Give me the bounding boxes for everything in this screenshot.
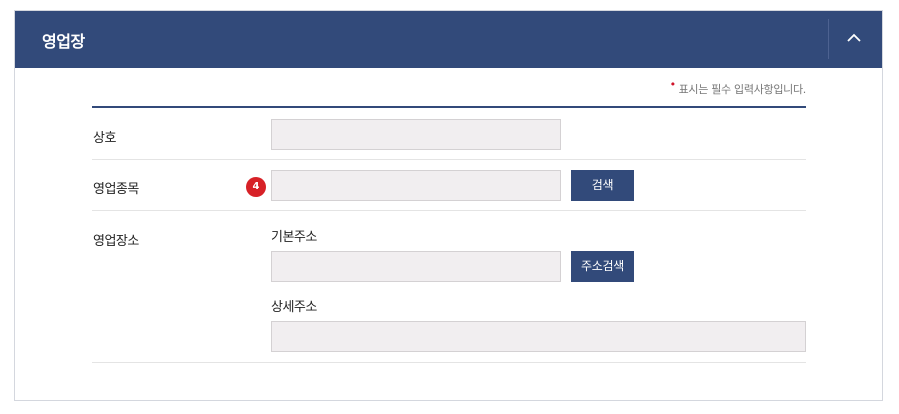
row-divider — [92, 362, 806, 363]
business-type-input[interactable] — [271, 170, 561, 201]
collapse-button[interactable] — [829, 11, 882, 68]
address-search-button[interactable]: 주소검색 — [571, 251, 634, 282]
detail-address-input[interactable] — [271, 321, 806, 352]
step-badge: 4 — [246, 177, 266, 197]
chevron-up-icon — [847, 33, 861, 42]
required-marker: • — [669, 78, 677, 91]
trade-name-input[interactable] — [271, 119, 561, 150]
panel-title: 영업장 — [42, 32, 85, 51]
basic-address-label: 기본주소 — [271, 230, 317, 245]
panel-header: 영업장 — [15, 11, 882, 68]
required-note: • 표시는 필수 입력사항입니다. — [670, 78, 807, 97]
basic-address-input[interactable] — [271, 251, 561, 282]
business-type-label: 영업종목 — [93, 182, 139, 197]
form-top-divider — [92, 106, 806, 108]
row-divider — [92, 210, 806, 211]
business-location-label: 영업장소 — [93, 234, 139, 249]
business-type-search-button[interactable]: 검색 — [571, 170, 634, 201]
business-place-panel: 영업장 • 표시는 필수 입력사항입니다. 상호 영업종목 4 검색 영업장소 … — [14, 10, 883, 401]
required-note-text: 표시는 필수 입력사항입니다. — [678, 83, 807, 96]
trade-name-label: 상호 — [93, 131, 116, 146]
detail-address-label: 상세주소 — [271, 300, 317, 315]
row-divider — [92, 159, 806, 160]
